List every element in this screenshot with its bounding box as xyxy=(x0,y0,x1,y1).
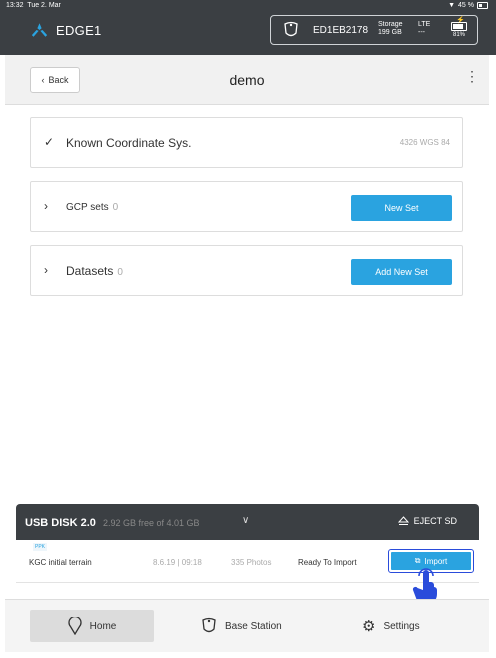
add-new-set-button[interactable]: Add New Set xyxy=(351,259,452,285)
bottom-nav: Home Base Station ⚙ Settings xyxy=(5,599,489,652)
chevron-double-down-icon[interactable]: ∨ xyxy=(242,515,249,526)
status-time: 13:32 Tue 2. Mar xyxy=(6,2,61,9)
lte-info: LTE --- xyxy=(418,21,431,36)
battery-icon xyxy=(451,22,467,31)
datasets-count: 0 xyxy=(117,267,123,278)
device-battery: ⚡ 81% xyxy=(451,17,467,38)
usb-free-space: 2.92 GB free of 4.01 GB xyxy=(103,518,200,528)
base-station-icon xyxy=(202,617,216,633)
map-pin-icon xyxy=(68,617,82,635)
edge-logo-icon xyxy=(31,23,48,37)
nav-bar: ‹ Back demo ⋮ xyxy=(5,55,489,105)
coordinate-system-value: 4326 WGS 84 xyxy=(399,138,450,147)
tab-settings[interactable]: ⚙ Settings xyxy=(362,610,420,642)
coordinate-system-title: Known Coordinate Sys. xyxy=(66,136,192,150)
gcp-sets-card[interactable]: › GCP sets 0 New Set xyxy=(30,181,463,232)
battery-percent: 45 % xyxy=(458,2,474,9)
import-icon: ⧉ xyxy=(414,556,421,565)
wifi-icon: ▼ xyxy=(448,2,456,9)
page-title: demo xyxy=(229,72,265,88)
device-id: ED1EB2178 xyxy=(313,25,369,36)
usb-name: USB DISK 2.0 xyxy=(25,517,96,529)
status-right: ▼ 45 % xyxy=(448,2,488,9)
new-set-button[interactable]: New Set xyxy=(351,195,452,221)
datasets-card[interactable]: › Datasets 0 Add New Set xyxy=(30,245,463,296)
import-status: Ready To Import xyxy=(298,558,357,567)
drone-icon xyxy=(283,21,299,44)
usb-panel: USB DISK 2.0 2.92 GB free of 4.01 GB ∨ E… xyxy=(16,504,479,599)
gear-icon: ⚙ xyxy=(362,618,376,635)
import-row: PPK KGC initial terrain 8.6.19 | 09:18 3… xyxy=(16,540,479,583)
eject-button[interactable]: EJECT SD xyxy=(397,516,457,526)
chevron-right-icon: › xyxy=(44,263,48,277)
more-vert-icon[interactable]: ⋮ xyxy=(465,69,479,83)
tab-home[interactable]: Home xyxy=(30,610,154,642)
project-name: KGC initial terrain xyxy=(29,558,92,567)
eject-icon xyxy=(397,516,409,525)
gcp-count: 0 xyxy=(112,202,119,213)
ppk-badge: PPK xyxy=(33,543,48,551)
device-status-box[interactable]: ED1EB2178 Storage 199 GB LTE --- ⚡ 81% xyxy=(270,15,478,45)
datasets-title: Datasets 0 xyxy=(66,264,123,278)
tab-base-station[interactable]: Base Station xyxy=(201,610,282,642)
photo-count: 335 Photos xyxy=(231,558,272,567)
coordinate-system-card[interactable]: ✓ Known Coordinate Sys. 4326 WGS 84 xyxy=(30,117,463,168)
gcp-sets-title: GCP sets 0 xyxy=(66,202,119,213)
app-header: 13:32 Tue 2. Mar ▼ 45 % EDGE1 ED1EB2178 … xyxy=(0,0,496,55)
brand: EDGE1 xyxy=(31,22,102,38)
storage-info: Storage 199 GB xyxy=(378,21,403,36)
battery-icon xyxy=(477,2,488,9)
checkmark-icon: ✓ xyxy=(44,135,55,149)
project-date: 8.6.19 | 09:18 xyxy=(153,558,202,567)
usb-header: USB DISK 2.0 2.92 GB free of 4.01 GB ∨ E… xyxy=(16,504,479,540)
app-name: EDGE1 xyxy=(56,22,102,38)
status-bar: 13:32 Tue 2. Mar ▼ 45 % xyxy=(0,0,496,11)
chevron-right-icon: › xyxy=(44,199,48,213)
